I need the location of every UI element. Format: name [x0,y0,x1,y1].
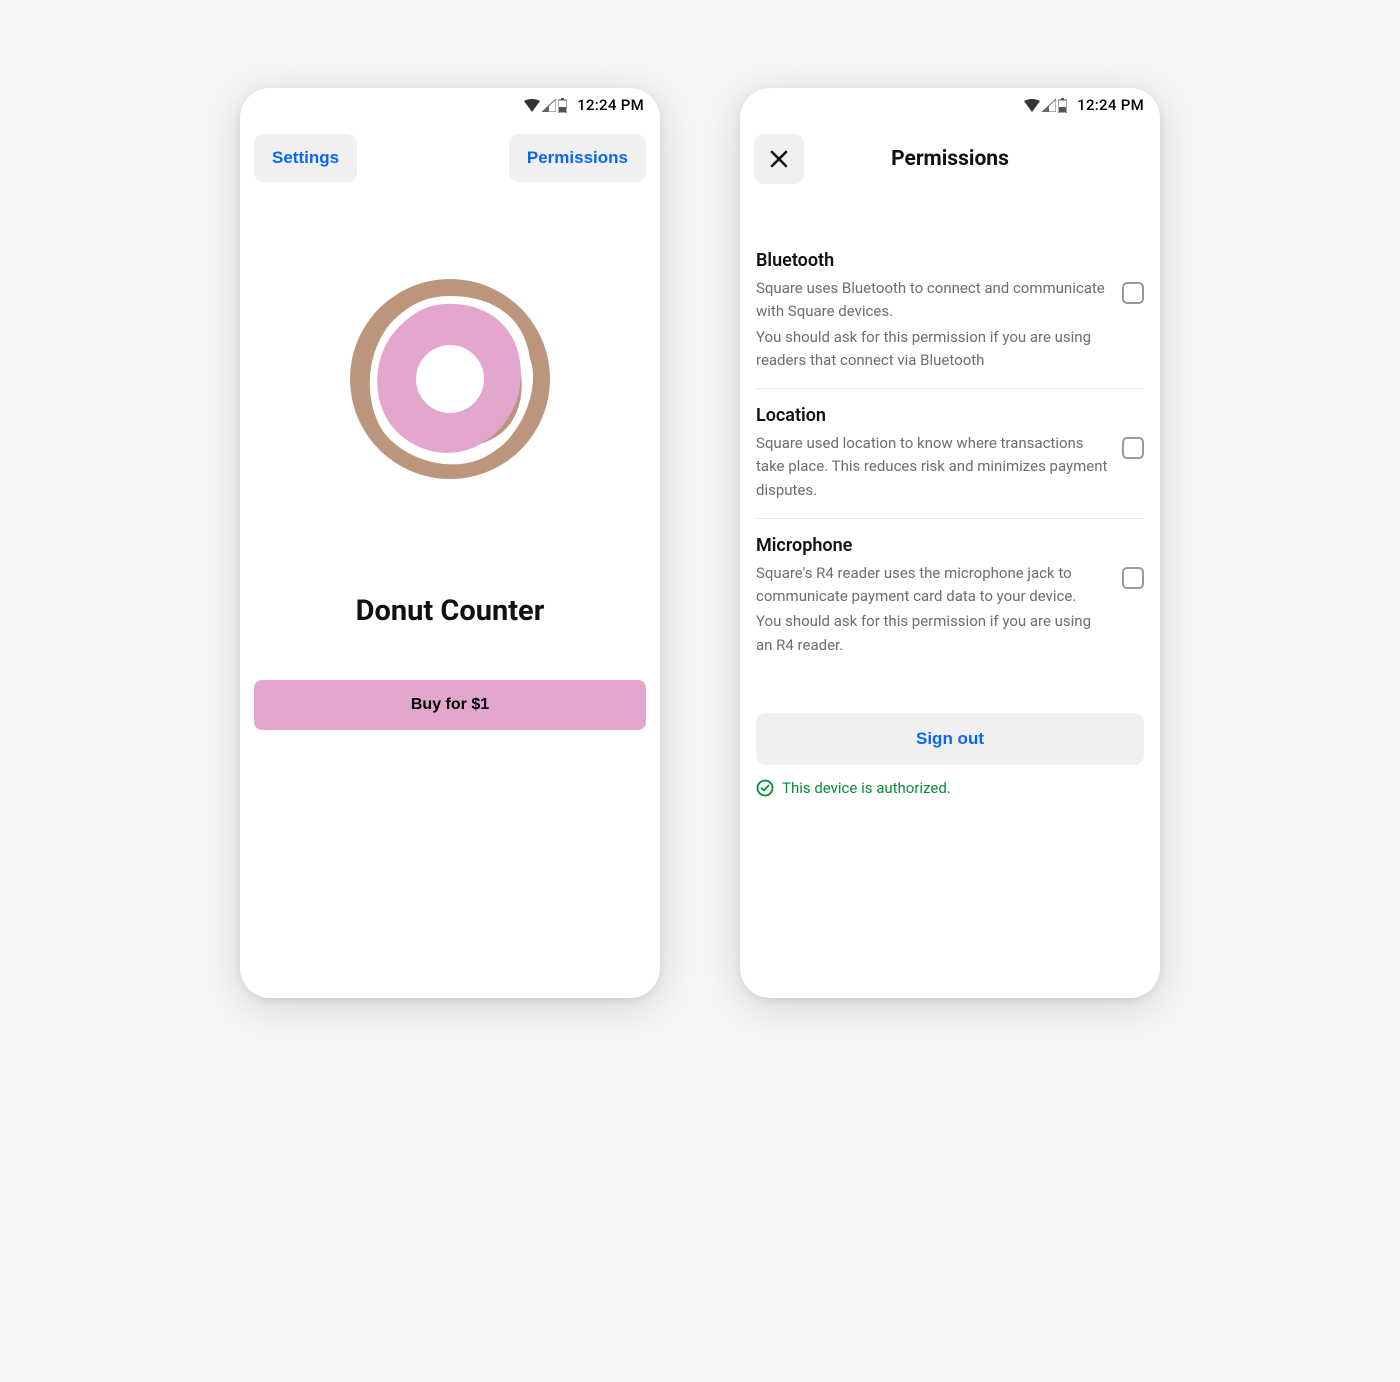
permissions-button[interactable]: Permissions [509,134,646,182]
wifi-icon [1024,99,1040,112]
status-icons [524,98,567,113]
screen-title: Permissions [804,147,1096,171]
auth-status: This device is authorized. [756,779,1144,797]
permission-checkbox[interactable] [1122,282,1144,304]
cell-signal-icon [1042,99,1056,112]
status-bar: 12:24 PM [740,90,1160,120]
permission-desc: Square uses Bluetooth to connect and com… [756,277,1110,324]
permission-item-location: Location Square used location to know wh… [756,388,1144,518]
permission-desc: Square's R4 reader uses the microphone j… [756,562,1110,609]
wifi-icon [524,99,540,112]
app-title: Donut Counter [240,594,660,628]
status-time: 12:24 PM [1077,96,1144,114]
permission-title: Location [756,405,1110,426]
cell-signal-icon [542,99,556,112]
donut-icon [345,274,555,484]
donut-illustration [240,274,660,484]
settings-button[interactable]: Settings [254,134,357,182]
phone-screen-main: 12:24 PM Settings Permissions Donut Coun… [240,88,660,998]
battery-icon [1058,98,1067,113]
top-bar: Permissions [740,120,1160,184]
permission-desc: Square used location to know where trans… [756,432,1110,502]
phone-screen-permissions: 12:24 PM Permissions Bluetooth Square us… [740,88,1160,998]
permission-item-bluetooth: Bluetooth Square uses Bluetooth to conne… [756,234,1144,388]
close-icon [769,149,789,169]
status-bar: 12:24 PM [240,90,660,120]
battery-icon [558,98,567,113]
permissions-list: Bluetooth Square uses Bluetooth to conne… [740,184,1160,673]
auth-status-text: This device is authorized. [782,779,951,797]
status-time: 12:24 PM [577,96,644,114]
permission-desc: You should ask for this permission if yo… [756,326,1110,373]
permission-desc: You should ask for this permission if yo… [756,610,1110,657]
permission-checkbox[interactable] [1122,437,1144,459]
permission-title: Bluetooth [756,250,1110,271]
buy-button[interactable]: Buy for $1 [254,680,646,730]
permission-checkbox[interactable] [1122,567,1144,589]
top-bar: Settings Permissions [240,120,660,182]
status-icons [1024,98,1067,113]
sign-out-button[interactable]: Sign out [756,713,1144,765]
permission-title: Microphone [756,535,1110,556]
close-button[interactable] [754,134,804,184]
check-circle-icon [756,779,774,797]
permission-item-microphone: Microphone Square's R4 reader uses the m… [756,518,1144,673]
